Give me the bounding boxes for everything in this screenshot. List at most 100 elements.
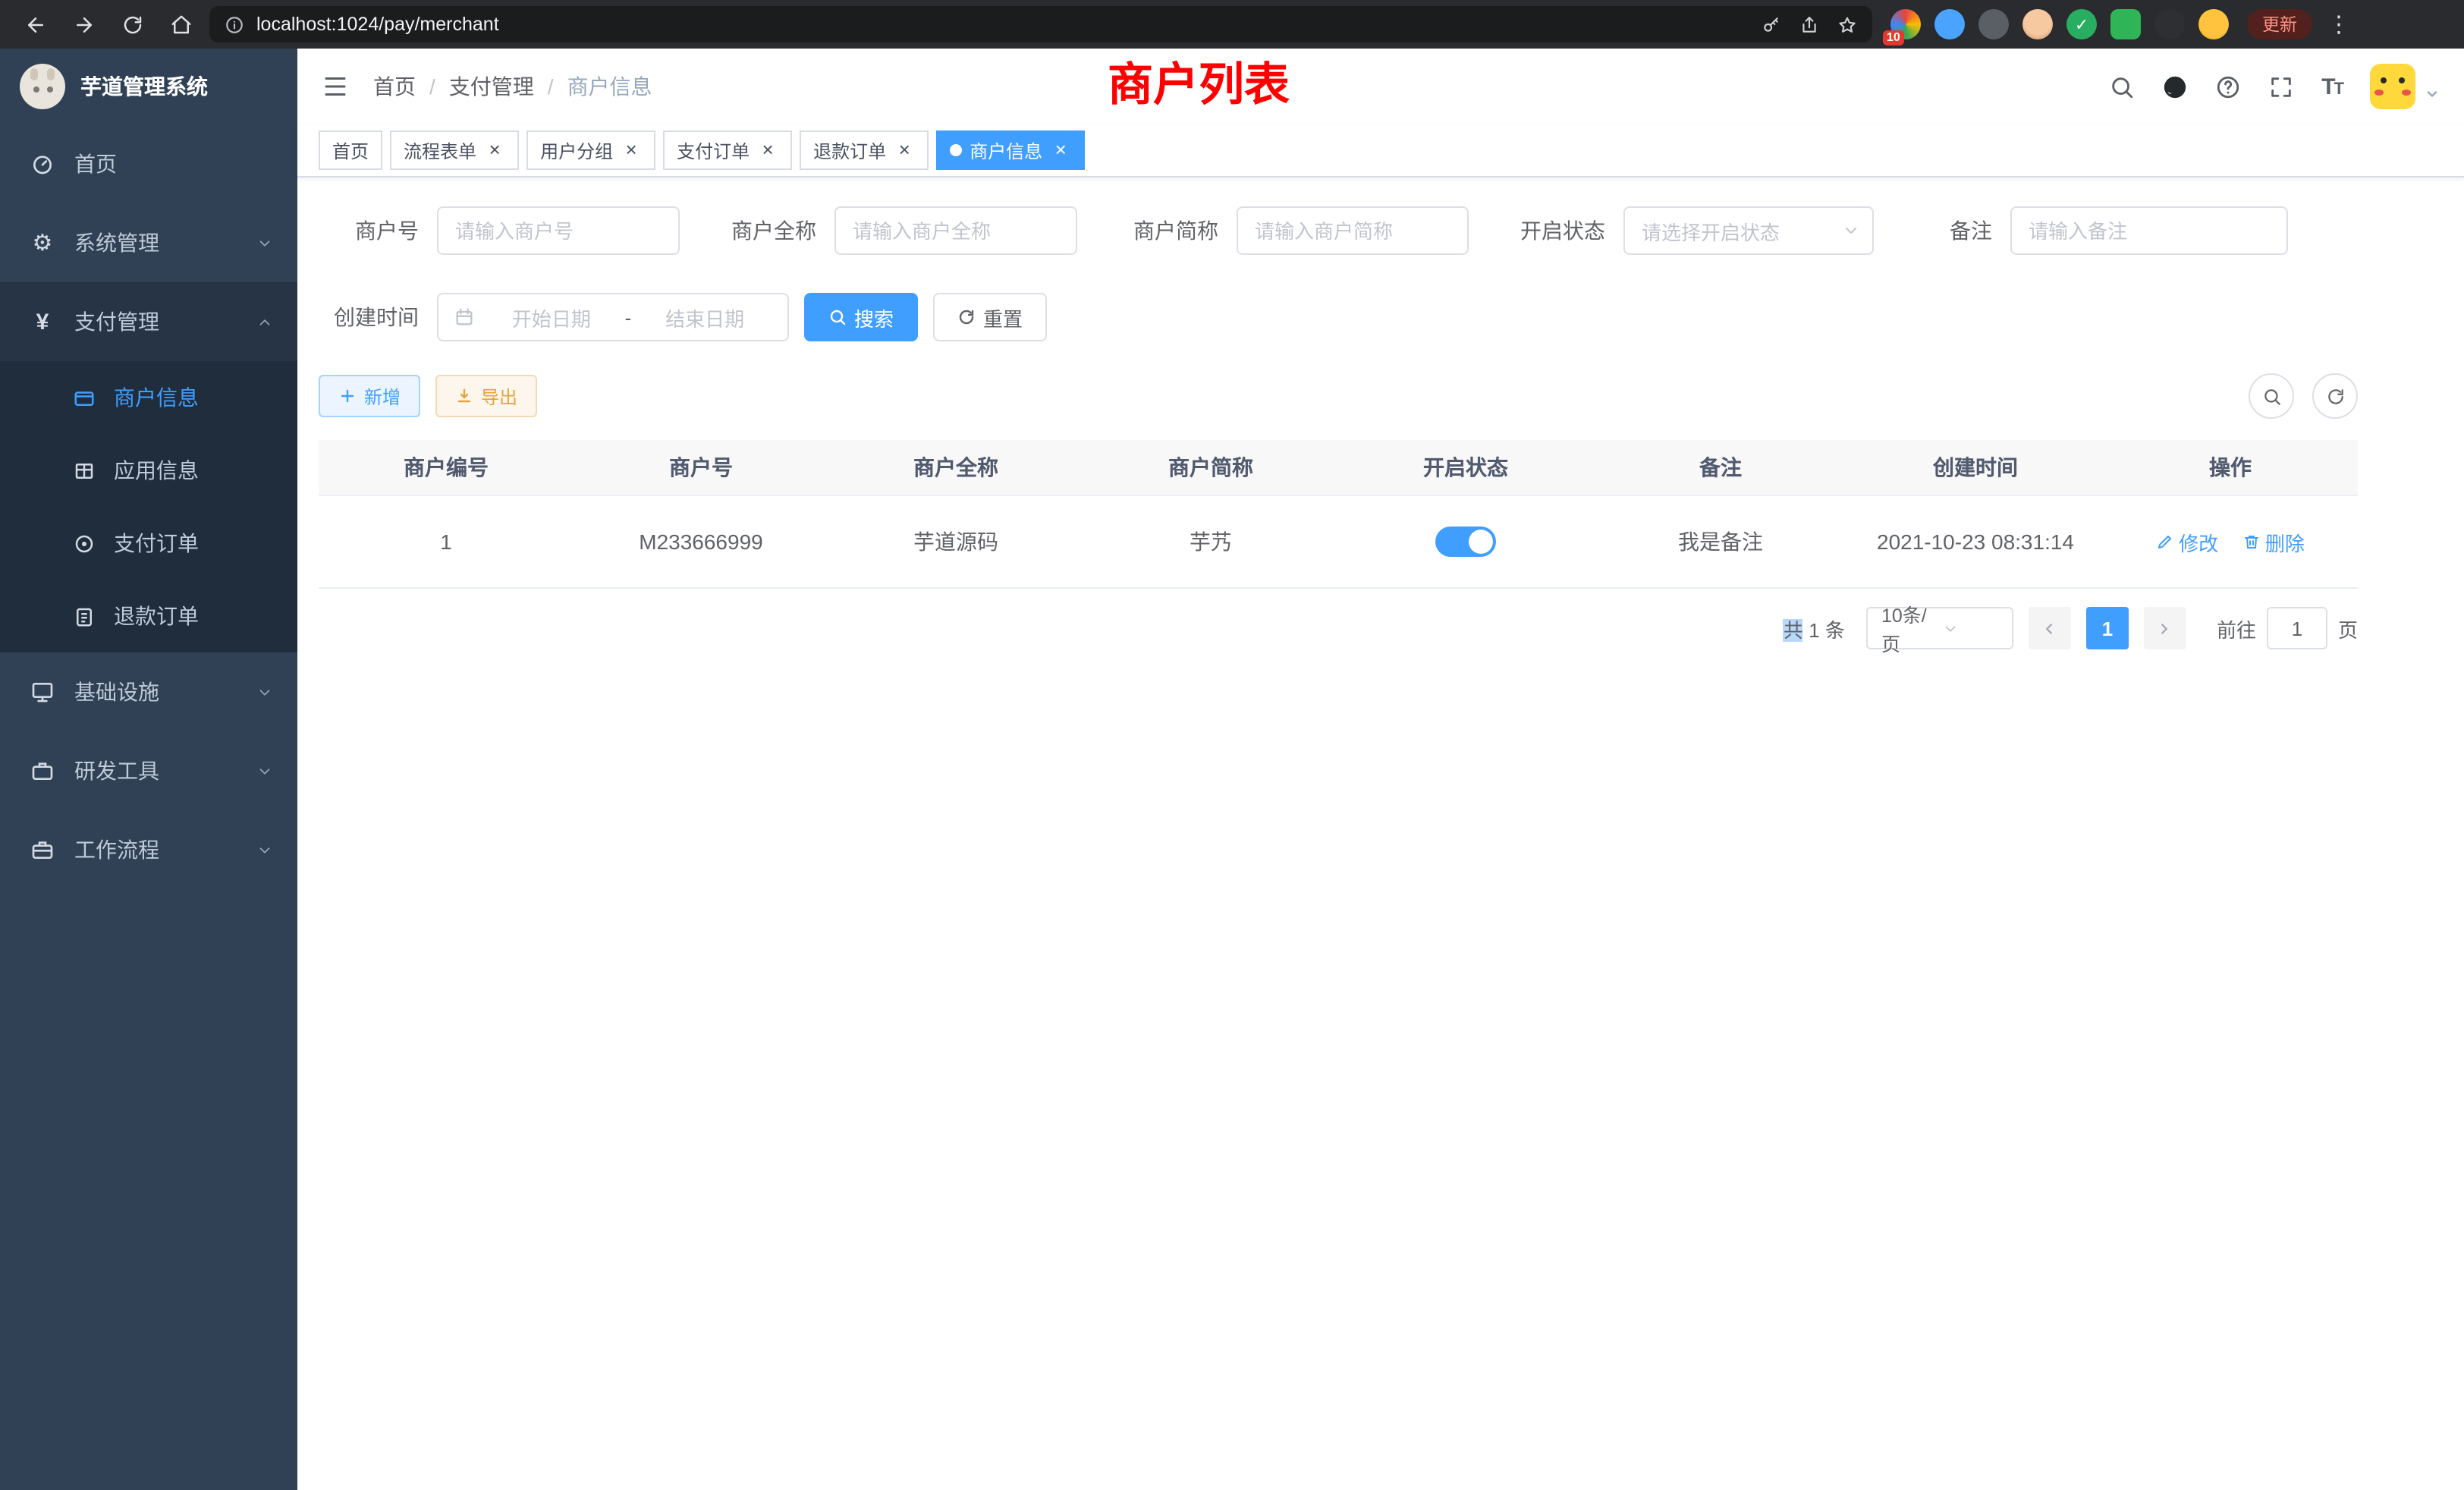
- browser-chrome: localhost:1024/pay/merchant 10: [0, 0, 2464, 49]
- chevron-down-icon: [256, 841, 273, 858]
- merchant-short-input[interactable]: [1237, 206, 1469, 255]
- ext-green-check-icon[interactable]: ✓: [2066, 9, 2097, 39]
- compass-icon: [70, 532, 97, 555]
- refresh-button[interactable]: [2312, 373, 2358, 419]
- col-create-time: 创建时间: [1848, 440, 2103, 495]
- browser-reload-button[interactable]: [112, 5, 152, 44]
- create-time-range-input[interactable]: 开始日期 - 结束日期: [437, 293, 789, 341]
- close-icon[interactable]: ×: [1050, 140, 1071, 161]
- browser-menu-icon[interactable]: ⋮: [2327, 11, 2346, 38]
- cell-merchant-no: M233666999: [574, 495, 828, 588]
- calendar-icon: [454, 306, 475, 328]
- browser-back-button[interactable]: [15, 5, 55, 44]
- page-size-select[interactable]: 10条/页: [1866, 607, 2013, 649]
- browser-window: localhost:1024/pay/merchant 10: [0, 0, 2464, 1490]
- user-avatar[interactable]: [2370, 64, 2415, 109]
- edit-link[interactable]: 修改: [2156, 527, 2218, 556]
- prev-page-button[interactable]: [2029, 607, 2071, 649]
- tab-merchant-info[interactable]: 商户信息 ×: [936, 130, 1085, 170]
- ext-pinwheel-icon[interactable]: [2154, 9, 2185, 39]
- fullscreen-icon[interactable]: [2268, 74, 2294, 99]
- merchant-table: 商户编号 商户号 商户全称 商户简称 开启状态 备注 创建时间 操作 1: [319, 440, 2358, 589]
- tab-refund-order[interactable]: 退款订单 ×: [800, 130, 929, 170]
- bookmark-star-icon[interactable]: [1837, 14, 1857, 34]
- sidebar-subitem-merchant-info[interactable]: 商户信息: [0, 361, 297, 434]
- status-toggle[interactable]: [1435, 527, 1496, 557]
- pagination: 共 1 条 10条/页 1: [319, 607, 2358, 649]
- sidebar-item-workflow[interactable]: 工作流程: [0, 810, 297, 889]
- edit-pencil-icon: [2156, 533, 2174, 551]
- active-dot-icon: [950, 144, 962, 156]
- sidebar-subitem-pay-order[interactable]: 支付订单: [0, 507, 297, 580]
- address-bar[interactable]: localhost:1024/pay/merchant: [209, 6, 1872, 42]
- chevron-right-icon: [2157, 620, 2173, 637]
- tab-process-form[interactable]: 流程表单 ×: [390, 130, 519, 170]
- ext-green-square-icon[interactable]: [2110, 9, 2141, 39]
- chevron-down-icon: [256, 684, 273, 700]
- site-info-icon[interactable]: [225, 14, 244, 34]
- profile-avatar-icon[interactable]: [2198, 9, 2229, 39]
- delete-link[interactable]: 删除: [2242, 527, 2305, 556]
- page-number-1[interactable]: 1: [2086, 607, 2129, 649]
- reset-button[interactable]: 重置: [933, 293, 1047, 341]
- table-toolbar: 新增 导出: [319, 373, 2358, 419]
- sidebar-item-system[interactable]: ⚙ 系统管理: [0, 203, 297, 282]
- page-annotation: 商户列表: [1108, 56, 1290, 117]
- share-icon[interactable]: [1799, 14, 1819, 34]
- grid-icon: [70, 459, 97, 482]
- merchant-name-input[interactable]: [834, 206, 1077, 255]
- close-icon[interactable]: ×: [484, 140, 505, 161]
- export-button[interactable]: 导出: [435, 375, 537, 417]
- goto-page-input[interactable]: [2267, 607, 2327, 649]
- chevron-down-icon: [256, 762, 273, 779]
- remark-input[interactable]: [2010, 206, 2288, 255]
- help-icon[interactable]: [2215, 74, 2241, 99]
- chevron-left-icon: [2041, 620, 2058, 637]
- cell-merchant-name: 芋道源码: [828, 495, 1083, 588]
- range-separator: -: [619, 306, 638, 328]
- sidebar-logo: 芋道管理系统: [0, 49, 297, 124]
- caret-down-icon[interactable]: [2425, 86, 2440, 102]
- font-size-icon[interactable]: TT: [2321, 74, 2343, 99]
- github-icon[interactable]: [2162, 74, 2188, 99]
- close-icon[interactable]: ×: [757, 140, 778, 161]
- sidebar-item-infrastructure[interactable]: 基础设施: [0, 652, 297, 731]
- close-icon[interactable]: ×: [894, 140, 915, 161]
- sidebar-item-devtools[interactable]: 研发工具: [0, 731, 297, 810]
- toggle-search-button[interactable]: [2249, 373, 2294, 419]
- add-button[interactable]: 新增: [319, 375, 420, 417]
- tab-user-group[interactable]: 用户分组 ×: [526, 130, 655, 170]
- sidebar-subitem-app-info[interactable]: 应用信息: [0, 434, 297, 507]
- gear-icon: ⚙: [29, 229, 56, 256]
- extensions-colorwheel-icon[interactable]: 10: [1890, 9, 1921, 39]
- breadcrumb-item-home[interactable]: 首页: [373, 71, 416, 102]
- ext-blue-drop-icon[interactable]: [1934, 9, 1965, 39]
- ext-avatar-icon[interactable]: [2022, 9, 2053, 39]
- ext-dark-circle-icon[interactable]: [1978, 9, 2009, 39]
- page-content: 商户号 商户全称 商户简称 开启状态 请选择开启状态: [297, 178, 2464, 1490]
- search-button[interactable]: 搜索: [804, 293, 918, 341]
- next-page-button[interactable]: [2144, 607, 2186, 649]
- sidebar: 芋道管理系统 首页 ⚙ 系统管理 ¥ 支付管理: [0, 49, 297, 1490]
- browser-forward-button[interactable]: [64, 5, 103, 44]
- sidebar-subitem-refund-order[interactable]: 退款订单: [0, 580, 297, 652]
- search-icon[interactable]: [2109, 74, 2135, 99]
- col-merchant-no: 商户号: [574, 440, 828, 495]
- merchant-no-label: 商户号: [319, 215, 419, 246]
- status-select[interactable]: 请选择开启状态: [1623, 206, 1874, 255]
- close-icon[interactable]: ×: [621, 140, 642, 161]
- toolbox-icon: [29, 759, 56, 783]
- password-key-icon[interactable]: [1762, 14, 1781, 34]
- sidebar-item-home[interactable]: 首页: [0, 124, 297, 203]
- hamburger-icon[interactable]: [322, 73, 349, 100]
- breadcrumb-item-payment[interactable]: 支付管理: [449, 71, 534, 102]
- url-text: localhost:1024/pay/merchant: [256, 14, 499, 35]
- breadcrumb-separator: /: [429, 74, 435, 99]
- sidebar-item-payment[interactable]: ¥ 支付管理: [0, 282, 297, 361]
- merchant-no-input[interactable]: [437, 206, 680, 255]
- tab-pay-order[interactable]: 支付订单 ×: [663, 130, 792, 170]
- tab-home[interactable]: 首页: [319, 130, 382, 170]
- browser-home-button[interactable]: [161, 5, 200, 44]
- breadcrumb-item-current: 商户信息: [567, 71, 652, 102]
- browser-update-button[interactable]: 更新: [2247, 9, 2312, 39]
